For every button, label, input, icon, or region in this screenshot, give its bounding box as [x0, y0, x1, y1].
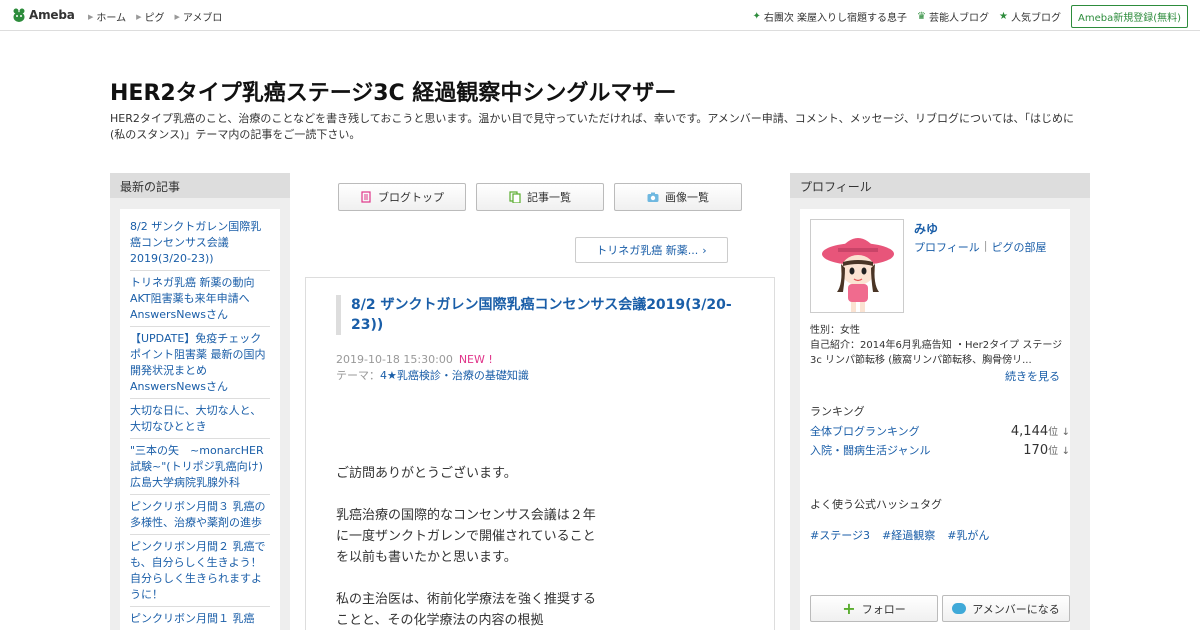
profile-link[interactable]: プロフィール [914, 239, 980, 255]
article-paragraph: ご訪問ありがとうございます。 [336, 466, 517, 481]
theme-link[interactable]: 4★乳癌検診・治療の基礎知識 [380, 369, 529, 382]
caret-right-icon: ▶ [174, 12, 180, 21]
blog-top-label: ブログトップ [378, 191, 444, 204]
popular-blog-link[interactable]: ★ 人気ブログ [999, 9, 1061, 24]
list-item[interactable]: "三本の矢 ~monarcHER試験~"(トリポジ乳癌向け) 広島大学病院乳腺外… [130, 439, 270, 495]
list-item[interactable]: 8/2 ザンクトガレン国際乳癌コンセンサス会議2019(3/20-23)) [130, 215, 270, 271]
global-header: Ameba ▶ ホーム ▶ ピグ ▶ アメブロ ✦ 右團次 楽屋入りし宿題する息子 ♛ 芸… [0, 0, 1200, 31]
caret-right-icon: ▶ [136, 12, 142, 21]
hashtag-link[interactable]: #乳がん [947, 527, 989, 543]
nav-ameblo[interactable]: ▶ アメブロ [174, 9, 223, 25]
camera-icon [647, 192, 659, 202]
article-date: 2019-10-18 15:30:00 [336, 353, 453, 366]
recent-articles-panel: 最新の記事 8/2 ザンクトガレン国際乳癌コンセンサス会議2019(3/20-2… [110, 173, 290, 630]
nav-ameblo-label: アメブロ [182, 13, 223, 24]
profile-name[interactable]: みゆ [914, 220, 938, 237]
follow-button[interactable]: + フォロー [810, 595, 938, 622]
trending-link[interactable]: ✦ 右團次 楽屋入りし宿題する息子 [752, 9, 907, 24]
pigg-room-link[interactable]: ピグの部屋 [992, 239, 1047, 255]
ranking-label[interactable]: 入院・闘病生活ジャンル [810, 442, 930, 458]
global-nav: ▶ ホーム ▶ ピグ ▶ アメブロ [88, 9, 223, 25]
list-item[interactable]: ピンクリボン月間２ 乳癌でも、自分らしく生きよう！自分らしく生きられますように！ [130, 535, 270, 607]
logo-text: Ameba [29, 8, 75, 22]
article-meta: 2019-10-18 15:30:00 NEW ! テーマ：4★乳癌検診・治療の基… [336, 352, 529, 384]
list-item[interactable]: トリネガ乳癌 新薬の動向 AKT阻害薬も来年申請へ AnswersNewsさん [130, 271, 270, 327]
arrow-down-icon: ↓ [1061, 446, 1070, 457]
profile-panel: プロフィール みゆ プロフィール | ピグの部屋 性別：女性 自己紹介：2014… [790, 173, 1090, 630]
image-list-button[interactable]: 画像一覧 [614, 183, 742, 211]
ameba-logo[interactable]: Ameba [12, 7, 75, 23]
nav-home-label: ホーム [96, 13, 127, 24]
list-item[interactable]: ピンクリボン月間１ 乳癌 [130, 607, 270, 630]
article: 8/2 ザンクトガレン国際乳癌コンセンサス会議2019(3/20-23)) 20… [305, 277, 775, 630]
profile-heading: プロフィール [790, 173, 1090, 198]
caret-right-icon: ▶ [88, 12, 94, 21]
read-more-link[interactable]: 続きを見る [1005, 368, 1060, 384]
divider: | [983, 239, 988, 252]
hashtag-list: #ステージ3 #経過観察 #乳がん [810, 527, 989, 543]
hashtag-link[interactable]: #経過観察 [882, 527, 935, 543]
ranking-value: 170 [1023, 443, 1049, 458]
follow-buttons: + フォロー アメンバーになる [810, 595, 1070, 622]
next-article-link[interactable]: トリネガ乳癌 新薬... › [575, 237, 728, 263]
chat-bubble-icon [952, 603, 967, 614]
ranking-row: 入院・闘病生活ジャンル 170位 ↓ [810, 442, 1070, 458]
image-list-label: 画像一覧 [665, 191, 709, 204]
trending-label: 右團次 楽屋入りし宿題する息子 [763, 13, 908, 24]
ranking-heading: ランキング [810, 405, 865, 418]
article-body: ご訪問ありがとうございます。 乳癌治療の国際的なコンセンサス会議は２年に一度ザン… [336, 463, 601, 630]
article-list-label: 記事一覧 [527, 191, 571, 204]
article-list-button[interactable]: 記事一覧 [476, 183, 604, 211]
nav-pigg-label: ピグ [144, 13, 165, 24]
plus-icon: + [842, 598, 856, 618]
blog-top-button[interactable]: ブログトップ [338, 183, 466, 211]
blog-description: HER2タイプ乳癌のこと、治療のことなどを書き残しておこうと思います。温かい目で… [110, 112, 1074, 141]
article-paragraph: 乳癌治療の国際的なコンセンサス会議は２年に一度ザンクトガレンで開催されていること… [336, 508, 596, 565]
blog-nav-buttons: ブログトップ 記事一覧 画像一覧 [338, 183, 742, 211]
profile-gender: 性別：女性 [810, 325, 860, 336]
ranking-row: 全体ブログランキング 4,144位 ↓ [810, 423, 1070, 439]
crown-icon: ♛ [917, 11, 927, 22]
amember-button[interactable]: アメンバーになる [942, 595, 1070, 622]
list-item[interactable]: 大切な日に、大切な人と、大切なひととき [130, 399, 270, 439]
new-badge: NEW ! [458, 353, 493, 366]
amember-label: アメンバーになる [972, 602, 1060, 616]
chevron-right-icon: › [702, 243, 707, 257]
hashtag-link[interactable]: #ステージ3 [810, 527, 870, 543]
profile-intro: 自己紹介：2014年6月乳癌告知 ・Her2タイプ ステージ3c リンパ節転移 … [810, 340, 1063, 366]
header-right-nav: ✦ 右團次 楽屋入りし宿題する息子 ♛ 芸能人ブログ ★ 人気ブログ Ameba新規登… [752, 5, 1188, 28]
celebrity-blog-label: 芸能人ブログ [929, 13, 990, 24]
recent-articles-heading: 最新の記事 [110, 173, 290, 198]
list-item[interactable]: 【UPDATE】免疫チェックポイント阻害薬 最新の国内開発状況まとめ Answe… [130, 327, 270, 399]
list-icon [509, 191, 521, 203]
register-button[interactable]: Ameba新規登録(無料) [1070, 5, 1188, 28]
recent-articles-list: 8/2 ザンクトガレン国際乳癌コンセンサス会議2019(3/20-23)) トリ… [120, 209, 280, 630]
blog-title[interactable]: HER2タイプ乳癌ステージ3C 経過観察中シングルマザー [110, 75, 676, 107]
arrow-down-icon: ↓ [1061, 427, 1070, 438]
theme-label: テーマ： [336, 369, 380, 382]
nav-pigg[interactable]: ▶ ピグ [136, 9, 165, 25]
profile-links: プロフィール | ピグの部屋 [914, 239, 1047, 255]
ranking-unit: 位 [1048, 446, 1059, 457]
ameba-logo-icon [13, 8, 25, 22]
article-paragraph: 私の主治医は、術前化学療法を強く推奨することと、その化学療法の内容の根拠 [336, 592, 597, 628]
profile-info: 性別：女性 自己紹介：2014年6月乳癌告知 ・Her2タイプ ステージ3c リ… [810, 323, 1070, 368]
nav-home[interactable]: ▶ ホーム [88, 9, 127, 25]
page-icon [361, 191, 371, 203]
profile-content: みゆ プロフィール | ピグの部屋 性別：女性 自己紹介：2014年6月乳癌告知… [800, 209, 1070, 630]
article-title[interactable]: 8/2 ザンクトガレン国際乳癌コンセンサス会議2019(3/20-23)) [336, 295, 746, 335]
ranking-label[interactable]: 全体ブログランキング [810, 423, 920, 439]
avatar[interactable] [810, 219, 904, 313]
sparkle-icon: ✦ [752, 11, 761, 22]
ranking-value: 4,144 [1010, 424, 1049, 439]
popular-blog-label: 人気ブログ [1010, 13, 1061, 24]
celebrity-blog-link[interactable]: ♛ 芸能人ブログ [917, 9, 989, 24]
hashtag-heading: よく使う公式ハッシュタグ [810, 498, 942, 511]
list-item[interactable]: ピンクリボン月間３ 乳癌の多様性、治療や薬剤の進歩 [130, 495, 270, 535]
ranking-unit: 位 [1048, 427, 1059, 438]
next-article-label: トリネガ乳癌 新薬... [596, 244, 699, 257]
star-icon: ★ [999, 11, 1008, 22]
follow-label: フォロー [861, 602, 906, 616]
avatar-illustration-icon [822, 238, 894, 312]
